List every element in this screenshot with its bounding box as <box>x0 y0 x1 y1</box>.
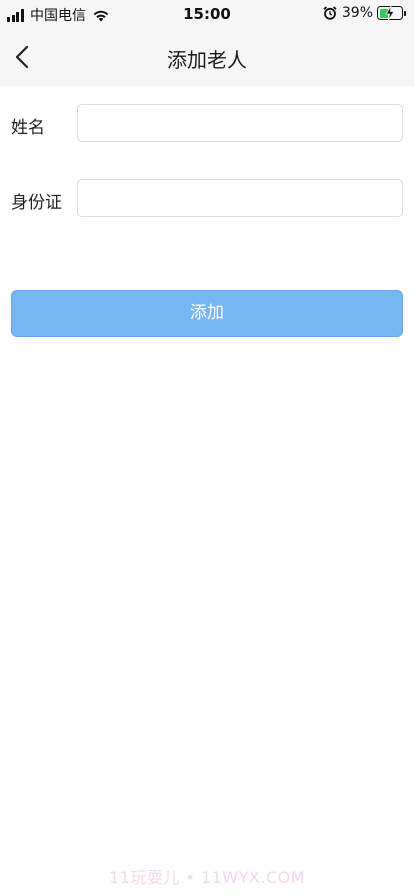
name-row: 姓名 <box>0 104 414 142</box>
id-row: 身份证 <box>0 179 414 217</box>
name-label: 姓名 <box>11 118 45 138</box>
add-button[interactable]: 添加 <box>11 290 403 337</box>
id-card-input[interactable] <box>77 179 403 217</box>
add-elder-screen: 中国电信 15:00 39% 添加老人 姓名 身份证 添加 11玩耍儿 • 11… <box>0 0 414 896</box>
battery-charging-icon <box>377 6 403 20</box>
status-right: 39% <box>323 5 406 21</box>
alarm-icon <box>323 6 337 20</box>
top-bar: 中国电信 15:00 39% 添加老人 <box>0 0 414 86</box>
watermark: 11玩耍儿 • 11WYX.COM <box>108 868 306 887</box>
battery-cap <box>404 10 406 16</box>
page-title: 添加老人 <box>167 48 247 72</box>
id-card-label: 身份证 <box>11 193 62 213</box>
name-input[interactable] <box>77 104 403 142</box>
battery-percent: 39% <box>341 5 373 21</box>
status-bar: 中国电信 15:00 39% <box>0 0 414 28</box>
nav-bar: 添加老人 <box>0 28 414 86</box>
